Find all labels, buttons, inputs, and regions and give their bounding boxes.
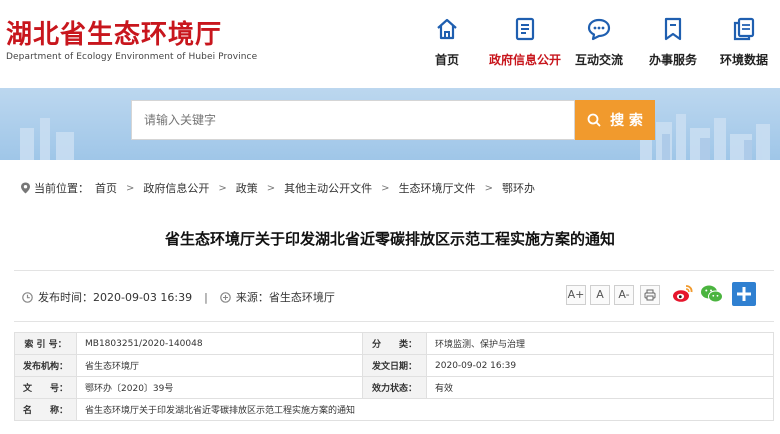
nav-label: 办事服务 [648, 53, 697, 67]
site-title-cn: 湖北省生态环境厅 [6, 20, 223, 50]
bookmark-icon [664, 17, 682, 41]
nav-item-home[interactable]: 首页 [424, 16, 470, 68]
publish-time: 发布时间：2020-09-03 16:39 [38, 291, 193, 304]
nav-item-gov-info[interactable]: 政府信息公开 [484, 16, 566, 68]
table-value: 有效 [426, 376, 774, 399]
clock-icon [22, 291, 33, 303]
chevron-right-icon: > [381, 182, 390, 194]
nav-item-services[interactable]: 办事服务 [640, 16, 706, 68]
table-key: 发布机构： [13, 354, 78, 377]
home-icon [437, 18, 457, 40]
table-row: 名 称： 省生态环境厅关于印发湖北省近零碳排放区示范工程实施方案的通知 [13, 398, 774, 421]
chevron-right-icon: > [218, 182, 227, 194]
table-key: 分 类： [362, 332, 428, 355]
breadcrumb-item[interactable]: 生态环境厅文件 [399, 180, 476, 196]
chevron-right-icon: > [266, 182, 276, 194]
breadcrumb-item[interactable]: 政策 [236, 180, 258, 196]
table-value: 鄂环办〔2020〕39号 [76, 376, 364, 399]
search-button-label: 搜 索 [610, 113, 643, 129]
search-button[interactable]: 搜 索 [575, 100, 655, 140]
print-button[interactable] [640, 285, 660, 305]
site-title-en: Department of Ecology Environment of Hub… [6, 52, 258, 62]
font-size-decrease-button[interactable]: A- [614, 285, 634, 305]
meta-separator: | [204, 290, 208, 304]
breadcrumb: 当前位置： 首页 > 政府信息公开 > 政策 > 其他主动公开文件 > 生态环境… [20, 180, 535, 196]
table-key: 文 号： [13, 376, 78, 399]
nav-label: 政府信息公开 [488, 53, 561, 67]
search-input[interactable] [131, 100, 575, 140]
main-nav: 首页 政府信息公开 互动交流 办事服务 环境数据 [424, 16, 780, 68]
article-meta-bar: 发布时间：2020-09-03 16:39 | 来源：省生态环境厅 A+ A A… [14, 270, 774, 322]
more-share-icon[interactable] [732, 282, 756, 306]
print-icon [644, 289, 656, 301]
wechat-share-icon[interactable] [700, 283, 724, 305]
table-key: 效力状态： [362, 376, 428, 399]
document-info-table: 索 引 号： MB1803251/2020-140048 分 类： 环境监测、保… [13, 332, 774, 421]
nav-label: 互动交流 [574, 53, 623, 67]
breadcrumb-item[interactable]: 鄂环办 [502, 180, 535, 196]
search-banner: 搜 索 [0, 88, 780, 160]
table-row: 索 引 号： MB1803251/2020-140048 分 类： 环境监测、保… [13, 332, 774, 355]
search-icon [587, 113, 601, 127]
nav-label: 首页 [434, 53, 459, 67]
breadcrumb-item-home[interactable]: 首页 [95, 180, 117, 196]
document-icon [515, 17, 535, 41]
table-value: 2020-09-02 16:39 [426, 354, 774, 377]
chevron-right-icon: > [126, 182, 135, 194]
breadcrumb-prefix: 当前位置： [34, 182, 89, 195]
font-size-default-button[interactable]: A [590, 285, 610, 305]
article-source: 来源：省生态环境厅 [235, 291, 335, 304]
copy-icon [733, 17, 755, 41]
source-icon [220, 291, 231, 303]
breadcrumb-item[interactable]: 其他主动公开文件 [284, 180, 372, 196]
site-logo[interactable]: 湖北省生态环境厅 Department of Ecology Environme… [6, 20, 257, 62]
table-row: 发布机构： 省生态环境厅 发文日期： 2020-09-02 16:39 [13, 354, 774, 377]
table-key: 索 引 号： [13, 332, 78, 355]
table-key: 名 称： [13, 398, 78, 421]
table-value: 环境监测、保护与治理 [426, 332, 774, 355]
table-value: MB1803251/2020-140048 [76, 332, 364, 355]
table-value: 省生态环境厅 [76, 354, 364, 377]
breadcrumb-item[interactable]: 政府信息公开 [143, 180, 209, 196]
font-size-increase-button[interactable]: A+ [566, 285, 586, 305]
table-value: 省生态环境厅关于印发湖北省近零碳排放区示范工程实施方案的通知 [76, 398, 774, 421]
table-key: 发文日期： [362, 354, 428, 377]
article-title: 省生态环境厅关于印发湖北省近零碳排放区示范工程实施方案的通知 [164, 230, 615, 248]
location-pin-icon [21, 182, 30, 194]
nav-item-env-data[interactable]: 环境数据 [714, 16, 774, 68]
table-row: 文 号： 鄂环办〔2020〕39号 效力状态： 有效 [13, 376, 774, 399]
article-meta: 发布时间：2020-09-03 16:39 | 来源：省生态环境厅 [22, 289, 335, 305]
weibo-share-icon[interactable] [672, 283, 694, 305]
chat-icon [587, 18, 611, 41]
nav-item-interaction[interactable]: 互动交流 [568, 16, 630, 68]
chevron-right-icon: > [484, 182, 493, 194]
site-header: 湖北省生态环境厅 Department of Ecology Environme… [0, 0, 780, 88]
nav-label: 环境数据 [719, 53, 768, 67]
